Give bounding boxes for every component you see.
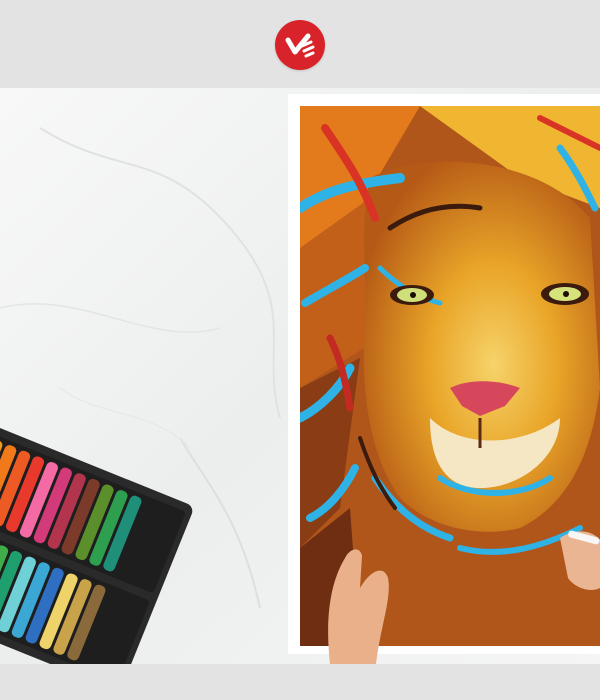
brand-logo-icon [276,21,324,69]
brand-logo[interactable] [275,20,325,70]
footer-bar [0,664,600,700]
header-bar [0,0,600,88]
main-photo [0,88,600,664]
art-scene-image [0,88,600,664]
